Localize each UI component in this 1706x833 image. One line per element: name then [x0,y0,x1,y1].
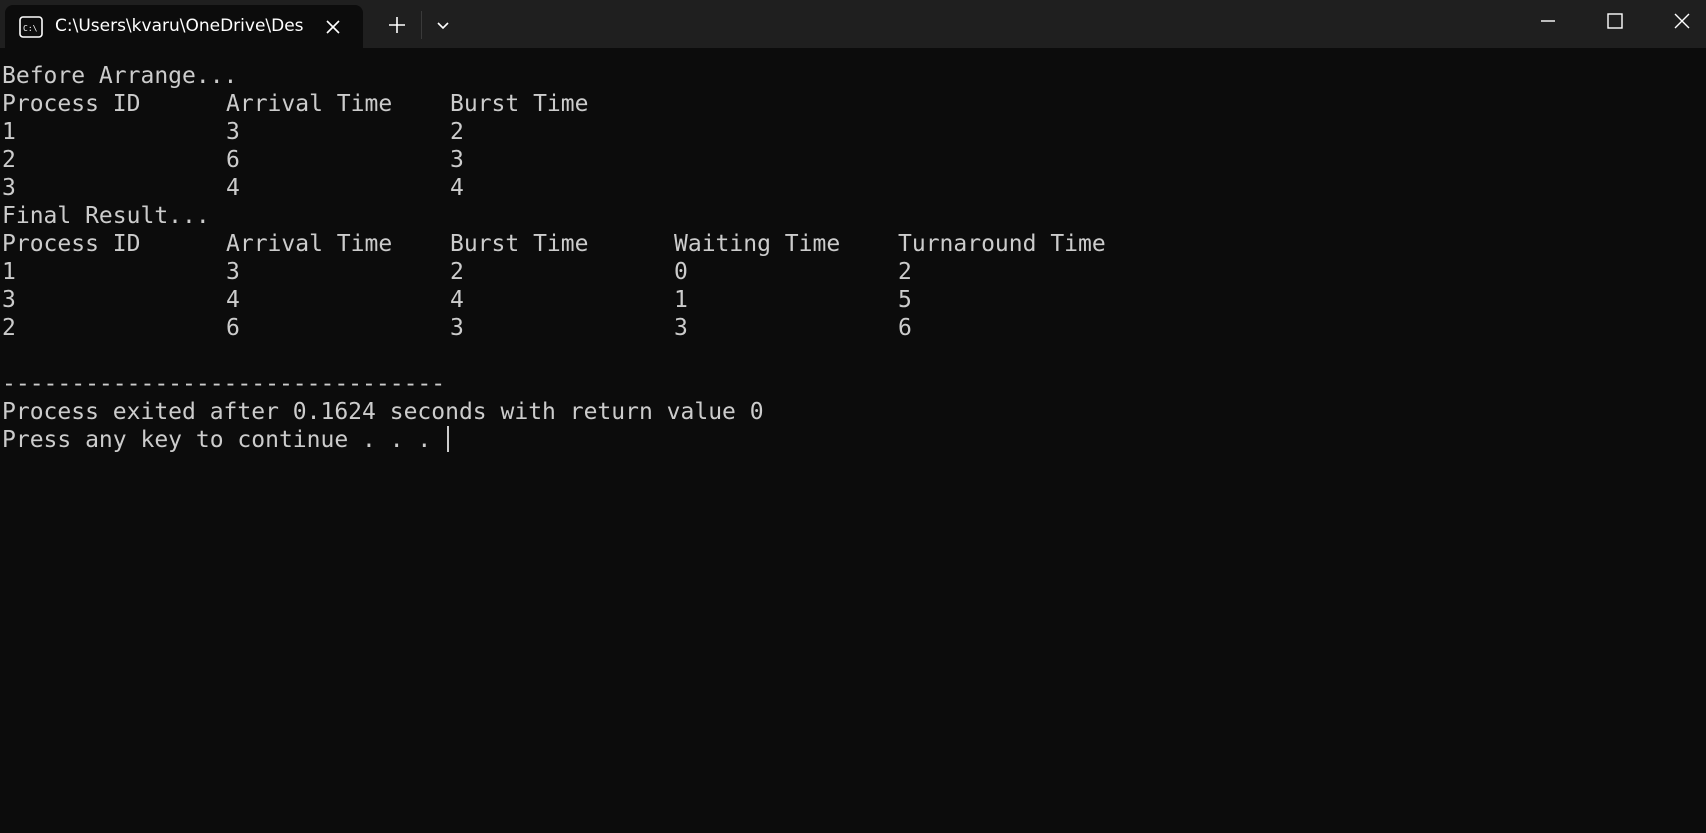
cell-burst-time: 3 [450,315,464,341]
cell-arrival-time: 6 [226,147,240,173]
terminal-tab[interactable]: C:\ C:\Users\kvaru\OneDrive\Des [5,5,363,48]
header-arrival-time: Arrival Time [226,231,393,257]
cell-arrival-time: 3 [226,119,240,145]
cell-arrival-time: 3 [226,259,240,285]
maximize-icon [1607,13,1623,29]
table-row: 1 3 2 0 2 [2,258,1702,286]
header-arrival-time: Arrival Time [226,91,393,117]
minimize-icon [1541,20,1555,22]
cell-process-id: 1 [2,259,16,285]
svg-text:C:\: C:\ [23,24,38,33]
final-heading: Final Result... [2,203,210,229]
before-header-row: Process ID Arrival Time Burst Time [2,90,1702,118]
close-icon [1674,13,1690,29]
cell-process-id: 2 [2,315,16,341]
cell-turnaround-time: 6 [898,315,912,341]
cell-process-id: 1 [2,119,16,145]
before-heading: Before Arrange... [2,63,238,89]
cell-turnaround-time: 2 [898,259,912,285]
tab-title: C:\Users\kvaru\OneDrive\Des [55,16,304,36]
cell-turnaround-time: 5 [898,287,912,313]
cell-process-id: 3 [2,175,16,201]
header-waiting-time: Waiting Time [674,231,841,257]
close-window-button[interactable] [1649,0,1706,40]
maximize-button[interactable] [1582,0,1648,40]
continue-prompt-line: Press any key to continue . . . [2,426,1702,454]
minimize-button[interactable] [1515,0,1581,40]
cell-burst-time: 3 [450,147,464,173]
header-burst-time: Burst Time [450,91,589,117]
table-row: 1 3 2 [2,118,1702,146]
plus-icon[interactable] [384,12,410,38]
cell-burst-time: 4 [450,175,464,201]
cell-arrival-time: 4 [226,287,240,313]
cell-waiting-time: 0 [674,259,688,285]
cell-burst-time: 4 [450,287,464,313]
title-bar: C:\ C:\Users\kvaru\OneDrive\Des [0,0,1706,48]
table-row: 2 6 3 [2,146,1702,174]
cell-arrival-time: 4 [226,175,240,201]
cell-arrival-time: 6 [226,315,240,341]
separator-line: -------------------------------- [2,371,446,397]
terminal-output[interactable]: Before Arrange... Process ID Arrival Tim… [2,62,1702,822]
cell-process-id: 2 [2,147,16,173]
table-row: 3 4 4 1 5 [2,286,1702,314]
tab-divider [421,11,422,39]
continue-prompt: Press any key to continue . . . [2,427,446,453]
chevron-down-icon[interactable] [431,12,455,38]
close-icon[interactable] [323,17,343,37]
exit-message: Process exited after 0.1624 seconds with… [2,399,764,425]
cell-burst-time: 2 [450,119,464,145]
final-header-row: Process ID Arrival Time Burst Time Waiti… [2,230,1702,258]
header-process-id: Process ID [2,91,141,117]
header-turnaround-time: Turnaround Time [898,231,1106,257]
cell-waiting-time: 1 [674,287,688,313]
cell-waiting-time: 3 [674,315,688,341]
table-row: 3 4 4 [2,174,1702,202]
terminal-icon: C:\ [19,16,43,38]
table-row: 2 6 3 3 6 [2,314,1702,342]
cell-burst-time: 2 [450,259,464,285]
text-cursor [447,426,450,452]
header-process-id: Process ID [2,231,141,257]
cell-process-id: 3 [2,287,16,313]
header-burst-time: Burst Time [450,231,589,257]
